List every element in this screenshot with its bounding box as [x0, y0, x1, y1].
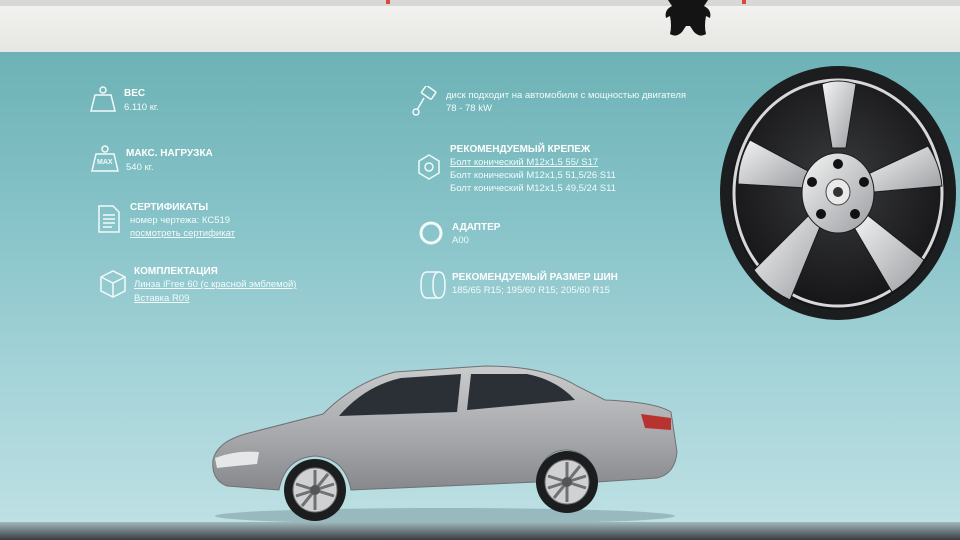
bolt-nut-icon — [414, 152, 444, 182]
max-load-title: МАКС. НАГРУЗКА — [126, 148, 213, 159]
weight-value: 6.110 кг. — [124, 102, 159, 113]
fastener-item: Болт конический M12x1,5 49,5/24 S11 — [450, 183, 616, 194]
weight-icon — [88, 84, 118, 114]
drawing-number: номер чертежа: КС519 — [130, 215, 231, 226]
weight-title: ВЕС — [124, 88, 146, 99]
fasteners-title: РЕКОМЕНДУЕМЫЙ КРЕПЕЖ — [450, 144, 591, 155]
browser-top-area — [0, 0, 960, 52]
red-marker — [386, 0, 390, 4]
view-certificate-link[interactable]: посмотреть сертификат — [130, 228, 235, 239]
product-panel: ВЕС 6.110 кг. MAX МАКС. НАГРУЗКА 540 кг.… — [0, 52, 960, 524]
fastener-item[interactable]: Болт конический M12x1,5 55/ S17 — [450, 157, 598, 168]
tire-size-value: 185/65 R15; 195/60 R15; 205/60 R15 — [452, 285, 610, 296]
adapter-title: АДАПТЕР — [452, 222, 501, 233]
max-load-icon-label: MAX — [97, 159, 113, 166]
fastener-item: Болт конический M12x1,5 51,5/26 S11 — [450, 170, 616, 181]
car-image — [212, 365, 678, 524]
tire-icon — [418, 270, 448, 300]
box-icon — [98, 268, 128, 298]
package-insert-link[interactable]: Вставка R09 — [134, 293, 189, 304]
adapter-value: А00 — [452, 235, 469, 246]
piston-icon — [410, 84, 440, 116]
certificates-title: СЕРТИФИКАТЫ — [130, 202, 209, 213]
package-title: КОМПЛЕКТАЦИЯ — [134, 266, 218, 277]
engine-compatibility-text: диск подходит на автомобили с мощностью … — [446, 90, 687, 101]
engine-power-value: 78 - 78 kW — [446, 103, 492, 114]
wheel-image — [720, 66, 956, 320]
adapter-ring-icon — [416, 218, 446, 248]
red-marker — [742, 0, 746, 4]
max-load-icon: MAX — [90, 144, 120, 174]
tire-size-title: РЕКОМЕНДУЕМЫЙ РАЗМЕР ШИН — [452, 272, 618, 283]
document-icon — [94, 204, 124, 234]
mascot-icon — [665, 0, 711, 36]
browser-strip — [0, 0, 960, 6]
screen-bezel — [0, 522, 960, 540]
package-lens-link[interactable]: Линза iFree 60 (с красной эмблемой) — [134, 279, 296, 290]
max-load-value: 540 кг. — [126, 162, 154, 173]
